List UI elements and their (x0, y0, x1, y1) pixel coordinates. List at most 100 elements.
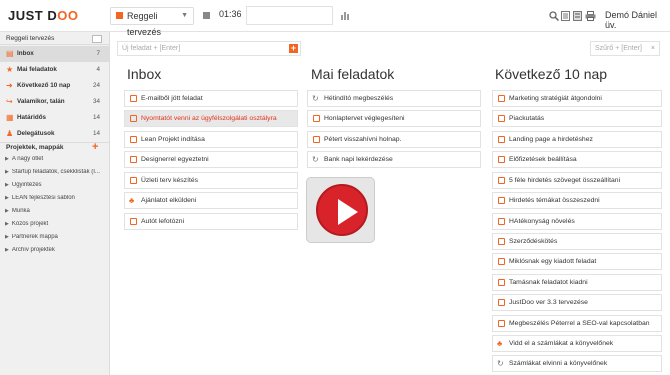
sidebar-item-label: Valamikor, talán (17, 98, 65, 105)
task-item[interactable]: Lean Projekt indítása (124, 131, 298, 148)
column-title-today: Mai feladatok (311, 66, 395, 82)
task-item[interactable]: HAtékonyság növelés (492, 213, 662, 230)
task-label: E-mailből jött feladat (141, 95, 203, 102)
document-icon[interactable] (561, 11, 570, 21)
task-item[interactable]: 5 féle hirdetés szöveget összeállítani (492, 172, 662, 189)
task-item[interactable]: ♣ Ajánlatot elküldeni (124, 192, 298, 209)
task-checkbox[interactable] (498, 115, 505, 122)
task-item[interactable]: Autót lefotózni (124, 213, 298, 230)
project-item[interactable]: ▶ Munka (5, 208, 107, 214)
task-item[interactable]: Marketing stratégiát átgondolni (492, 90, 662, 107)
search-icon[interactable] (549, 11, 559, 21)
expand-icon[interactable]: ▶ (5, 182, 9, 188)
expand-icon[interactable]: ▶ (5, 208, 9, 214)
task-checkbox[interactable] (498, 279, 505, 286)
sidebar-item-inbox[interactable]: ▤ Inbox 7 (0, 46, 110, 62)
task-item[interactable]: Piackutatás (492, 110, 662, 127)
project-item[interactable]: ▶ Ügyintézés (5, 182, 107, 188)
task-checkbox[interactable] (130, 218, 137, 225)
task-label: Honlaptervet véglegesíteni (324, 115, 405, 122)
task-checkbox[interactable] (498, 177, 505, 184)
print-icon[interactable] (585, 11, 596, 21)
task-item[interactable]: Hirdetés témákat összeszedni (492, 192, 662, 209)
new-task-input[interactable]: Új feladat + [Enter] + (117, 41, 301, 56)
task-label: Lean Projekt indítása (141, 136, 205, 143)
sidebar-item-deadline[interactable]: ▦ Határidős 14 (0, 110, 110, 126)
task-checkbox[interactable] (498, 218, 505, 225)
task-checkbox[interactable] (498, 299, 505, 306)
task-checkbox[interactable] (313, 136, 320, 143)
new-task-placeholder: Új feladat + [Enter] (122, 45, 181, 52)
task-item[interactable]: Előfizetések beállítása (492, 151, 662, 168)
task-item[interactable]: ↻ Számlákat elvinni a könyvelőnek (492, 355, 662, 372)
task-item[interactable]: Pétert visszahívni holnap. (307, 131, 481, 148)
delegated-icon: ♣ (497, 339, 503, 348)
task-item[interactable]: E-mailből jött feladat (124, 90, 298, 107)
task-checkbox[interactable] (498, 197, 505, 204)
expand-icon[interactable]: ▶ (5, 195, 9, 201)
task-item[interactable]: JustDoo ver 3.3 tervezése (492, 294, 662, 311)
project-item[interactable]: ▶ LEAN fejlesztési sablon (5, 195, 107, 201)
task-checkbox[interactable] (498, 238, 505, 245)
task-label: Pétert visszahívni holnap. (324, 136, 402, 143)
expand-icon[interactable]: ▶ (5, 169, 9, 175)
task-item-selected[interactable]: Nyomtatót venni az ügyfélszolgálati oszt… (124, 110, 298, 127)
session-color-icon (116, 12, 123, 19)
task-checkbox[interactable] (130, 136, 137, 143)
task-item[interactable]: Szerződéskötés (492, 233, 662, 250)
project-item[interactable]: ▶ Startup feladatok, csekklisták (I... (5, 169, 107, 175)
task-checkbox[interactable] (498, 156, 505, 163)
task-checkbox[interactable] (498, 136, 505, 143)
task-item[interactable]: Tamásnak feladatot kiadni (492, 274, 662, 291)
sidebar-item-someday[interactable]: ↪ Valamikor, talán 34 (0, 94, 110, 110)
task-item[interactable]: ↻ Hétindító megbeszélés (307, 90, 481, 107)
stop-icon[interactable] (203, 12, 210, 19)
task-item[interactable]: Megbeszélés Péterrel a SEO-val kapcsolat… (492, 315, 662, 332)
task-checkbox[interactable] (498, 95, 505, 102)
task-item[interactable]: ♣ Vidd el a számlákat a könyvelőnek (492, 335, 662, 352)
project-item[interactable]: ▶ A nagy ötlet (5, 156, 107, 162)
project-label: LEAN fejlesztési sablon (11, 195, 75, 201)
projects-heading: Projektek, mappák (6, 144, 64, 151)
task-item[interactable]: Üzleti terv készítés (124, 172, 298, 189)
sidebar-session-title: Reggeli tervezés (6, 35, 55, 42)
repeat-icon: ↻ (312, 94, 319, 103)
add-task-button[interactable]: + (289, 44, 298, 53)
task-item[interactable]: Honlaptervet véglegesíteni (307, 110, 481, 127)
task-checkbox[interactable] (130, 115, 137, 122)
task-checkbox[interactable] (498, 320, 505, 327)
filter-input[interactable]: Szűrő + [Enter] × (590, 41, 660, 56)
time-entry-field[interactable] (246, 6, 333, 25)
expand-icon[interactable]: ▶ (5, 247, 9, 253)
task-checkbox[interactable] (498, 258, 505, 265)
expand-icon[interactable]: ▶ (5, 156, 9, 162)
expand-icon[interactable]: ▶ (5, 221, 9, 227)
task-checkbox[interactable] (130, 177, 137, 184)
collapse-sidebar-icon[interactable] (92, 35, 102, 43)
task-item[interactable]: Designerrel egyeztetni (124, 151, 298, 168)
video-play-button[interactable] (306, 177, 375, 243)
add-project-icon[interactable]: + (92, 141, 98, 153)
app-logo[interactable]: JUST DOO (8, 8, 78, 23)
task-item[interactable]: Landing page a hirdetéshez (492, 131, 662, 148)
sidebar-item-today[interactable]: ★ Mai feladatok 4 (0, 62, 110, 78)
user-name[interactable]: Demó Dániel üv. (605, 10, 670, 30)
task-item[interactable]: Miklósnak egy kiadott feladat (492, 253, 662, 270)
bar-chart-icon[interactable] (340, 10, 350, 20)
list-icon[interactable] (573, 11, 582, 21)
column-title-next-10-days: Következő 10 nap (495, 66, 608, 82)
task-item[interactable]: ↻ Bank napi lekérdezése (307, 151, 481, 168)
task-checkbox[interactable] (130, 95, 137, 102)
session-selector[interactable]: Reggeli tervezés ▼ (110, 7, 194, 37)
task-checkbox[interactable] (130, 156, 137, 163)
project-item[interactable]: ▶ Közös projekt (5, 221, 107, 227)
sidebar-item-next-10-days[interactable]: ➜ Következő 10 nap 24 (0, 78, 110, 94)
project-item[interactable]: ▶ Archív projektek (5, 247, 107, 253)
expand-icon[interactable]: ▶ (5, 234, 9, 240)
project-item[interactable]: ▶ Partnerek mappa (5, 234, 107, 240)
task-label: JustDoo ver 3.3 tervezése (509, 299, 588, 306)
sidebar-item-delegated[interactable]: ♟ Delegátusok 14 (0, 126, 110, 142)
close-icon[interactable]: × (651, 42, 655, 55)
sidebar: Reggeli tervezés ▤ Inbox 7 ★ Mai feladat… (0, 32, 110, 375)
task-checkbox[interactable] (313, 115, 320, 122)
